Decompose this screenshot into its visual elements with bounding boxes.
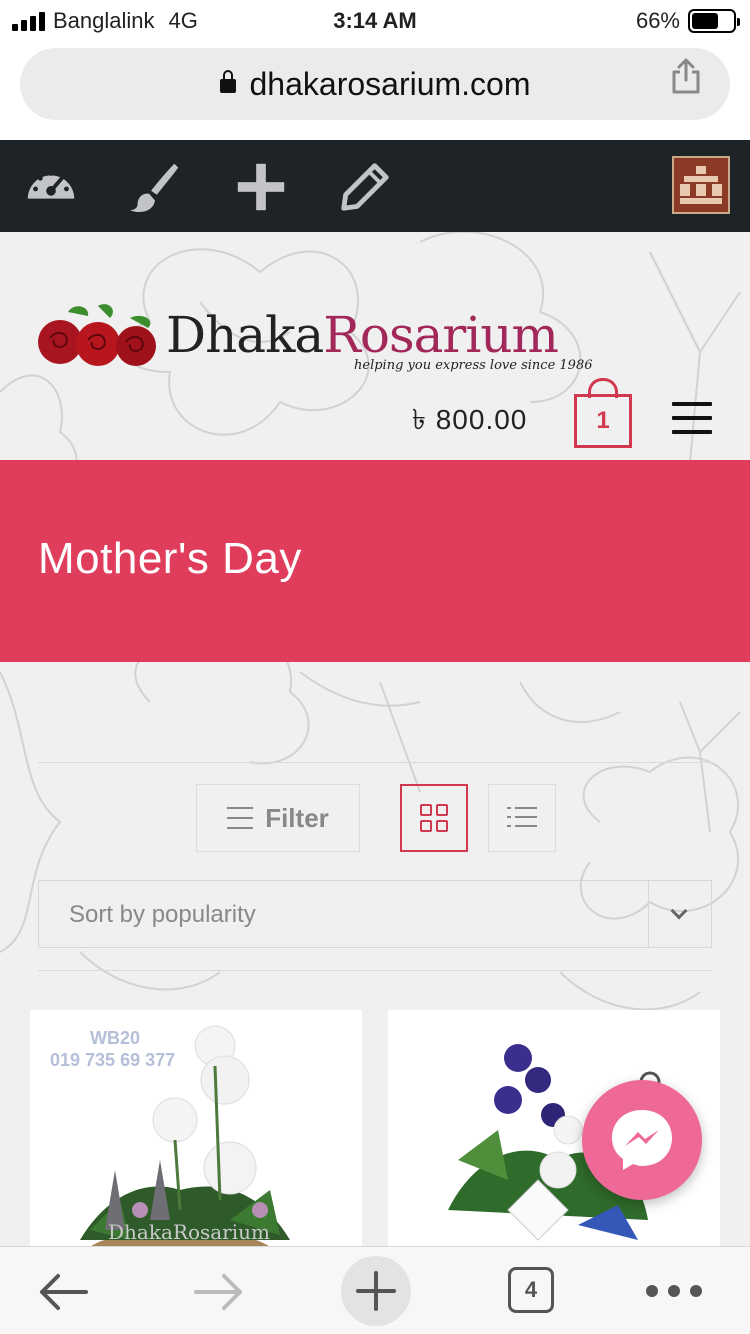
url-text: dhakarosarium.com	[249, 65, 531, 102]
sort-divider	[648, 881, 649, 947]
page-title: Mother's Day	[38, 534, 302, 583]
logo-text: DhakaRosarium	[166, 306, 559, 364]
divider	[38, 762, 712, 763]
browser-address-area: dhakarosarium.com	[0, 40, 750, 140]
status-right: 66%	[635, 8, 740, 34]
category-banner: Mother's Day	[0, 460, 750, 662]
menu-icon[interactable]	[672, 402, 712, 434]
logo-tagline: helping you express love since 1986	[354, 358, 593, 373]
user-avatar[interactable]	[672, 156, 730, 214]
sort-select[interactable]: Sort by popularity	[38, 880, 712, 948]
battery-icon	[688, 9, 740, 33]
filter-icon	[227, 807, 254, 829]
edit-pencil-icon[interactable]	[336, 158, 394, 216]
battery-percent: 66%	[635, 8, 680, 33]
page-content: DhakaRosarium helping you express love s…	[0, 232, 750, 1246]
more-menu-icon[interactable]	[646, 1285, 702, 1297]
tab-count-button[interactable]: 4	[508, 1267, 554, 1313]
sort-selected-value: Sort by popularity	[69, 901, 256, 928]
roses-logo-icon	[38, 304, 156, 366]
lock-icon	[219, 70, 236, 93]
browser-toolbar: 4	[0, 1246, 750, 1334]
dashboard-icon[interactable]	[22, 158, 80, 216]
logo-word-rosarium: Rosarium	[323, 306, 559, 364]
status-bar: Banglalink 4G 3:14 AM 66%	[0, 0, 750, 40]
messenger-icon	[612, 1110, 672, 1170]
logo-word-dhaka: Dhaka	[166, 306, 324, 364]
site-logo[interactable]: DhakaRosarium helping you express love s…	[38, 302, 598, 382]
product-image	[80, 1025, 290, 1246]
filter-label: Filter	[265, 802, 329, 833]
share-icon[interactable]	[666, 56, 706, 96]
list-view-button[interactable]	[488, 784, 556, 852]
back-arrow-icon[interactable]	[28, 1257, 98, 1327]
address-bar[interactable]: dhakarosarium.com	[20, 48, 730, 120]
chevron-down-icon	[670, 902, 688, 920]
new-tab-plus-icon[interactable]	[340, 1255, 412, 1327]
watermark-phone: 019 735 69 377	[50, 1050, 176, 1070]
forward-arrow-icon[interactable]	[184, 1257, 254, 1327]
product-card[interactable]: WB20 019 735 69 377 DhakaRosarium	[30, 1010, 362, 1246]
network-type: 4G	[168, 8, 198, 33]
cart-button[interactable]: 1	[574, 394, 632, 448]
new-plus-icon[interactable]	[232, 158, 290, 216]
messenger-chat-button[interactable]	[582, 1080, 702, 1200]
grid-view-button[interactable]	[400, 784, 468, 852]
status-left: Banglalink 4G	[12, 8, 198, 34]
signal-icon	[12, 11, 45, 31]
filter-button[interactable]: Filter	[196, 784, 360, 852]
watermark-brand: DhakaRosarium	[108, 1220, 270, 1244]
cart-total[interactable]: ৳ 800.00	[412, 398, 527, 445]
admin-bar	[0, 140, 750, 232]
customize-brush-icon[interactable]	[126, 158, 184, 216]
carrier-name: Banglalink	[53, 8, 155, 33]
watermark-code: WB20	[90, 1028, 141, 1048]
divider	[38, 970, 712, 971]
